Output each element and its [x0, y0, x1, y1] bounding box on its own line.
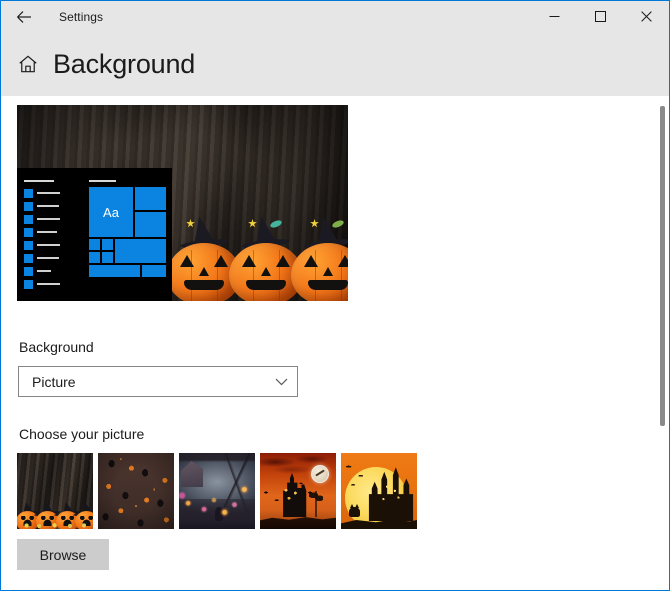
thumbnail-misty-haunted-village[interactable]	[179, 453, 255, 529]
minimize-button[interactable]	[531, 1, 577, 32]
start-tile-large: Aa	[89, 187, 133, 237]
cat-icon	[349, 507, 360, 517]
start-tile-text: Aa	[103, 206, 119, 219]
thumbnail-haunted-house-red-sky[interactable]	[260, 453, 336, 529]
settings-content: Aa Background Pi	[1, 96, 669, 590]
start-tile	[115, 239, 166, 263]
maximize-icon	[595, 11, 606, 22]
start-tile	[142, 265, 166, 277]
back-button[interactable]	[1, 1, 47, 32]
home-button[interactable]	[15, 51, 41, 77]
title-bar: Settings	[1, 1, 669, 32]
start-tile	[89, 252, 100, 263]
start-menu-mock: Aa	[17, 168, 172, 301]
start-tile	[89, 265, 140, 277]
chevron-down-icon	[275, 377, 288, 386]
start-tile	[102, 239, 113, 250]
background-label: Background	[19, 339, 94, 355]
scrollbar-thumb[interactable]	[660, 106, 665, 426]
page-header: Background	[1, 32, 669, 96]
settings-window: Settings	[0, 0, 670, 591]
start-tile	[135, 212, 166, 237]
app-title: Settings	[59, 10, 103, 24]
close-icon	[641, 11, 652, 22]
start-tile	[89, 239, 100, 250]
thumbnail-pumpkins-with-witch-hats[interactable]	[17, 453, 93, 529]
start-menu-app-list	[24, 180, 60, 292]
background-type-value: Picture	[32, 374, 76, 390]
start-tile	[102, 252, 113, 263]
browse-button[interactable]: Browse	[17, 539, 109, 570]
pumpkin-figure	[291, 239, 348, 301]
choose-picture-label: Choose your picture	[19, 426, 144, 442]
start-menu-tiles: Aa	[89, 180, 166, 282]
home-icon	[17, 53, 39, 75]
minimize-icon	[549, 11, 560, 22]
thumbnail-cats-and-pumpkins-pattern[interactable]	[98, 453, 174, 529]
back-arrow-icon	[14, 7, 34, 27]
background-preview: Aa	[17, 105, 348, 301]
start-tile	[135, 187, 166, 210]
background-type-dropdown[interactable]: Picture	[18, 366, 298, 397]
maximize-button[interactable]	[577, 1, 623, 32]
close-button[interactable]	[623, 1, 669, 32]
page-title: Background	[53, 49, 195, 80]
caption-buttons	[531, 1, 669, 32]
picture-thumbnail-list	[17, 453, 417, 529]
content-scrollbar[interactable]	[656, 96, 668, 590]
thumbnail-castle-on-yellow-moon[interactable]	[341, 453, 417, 529]
